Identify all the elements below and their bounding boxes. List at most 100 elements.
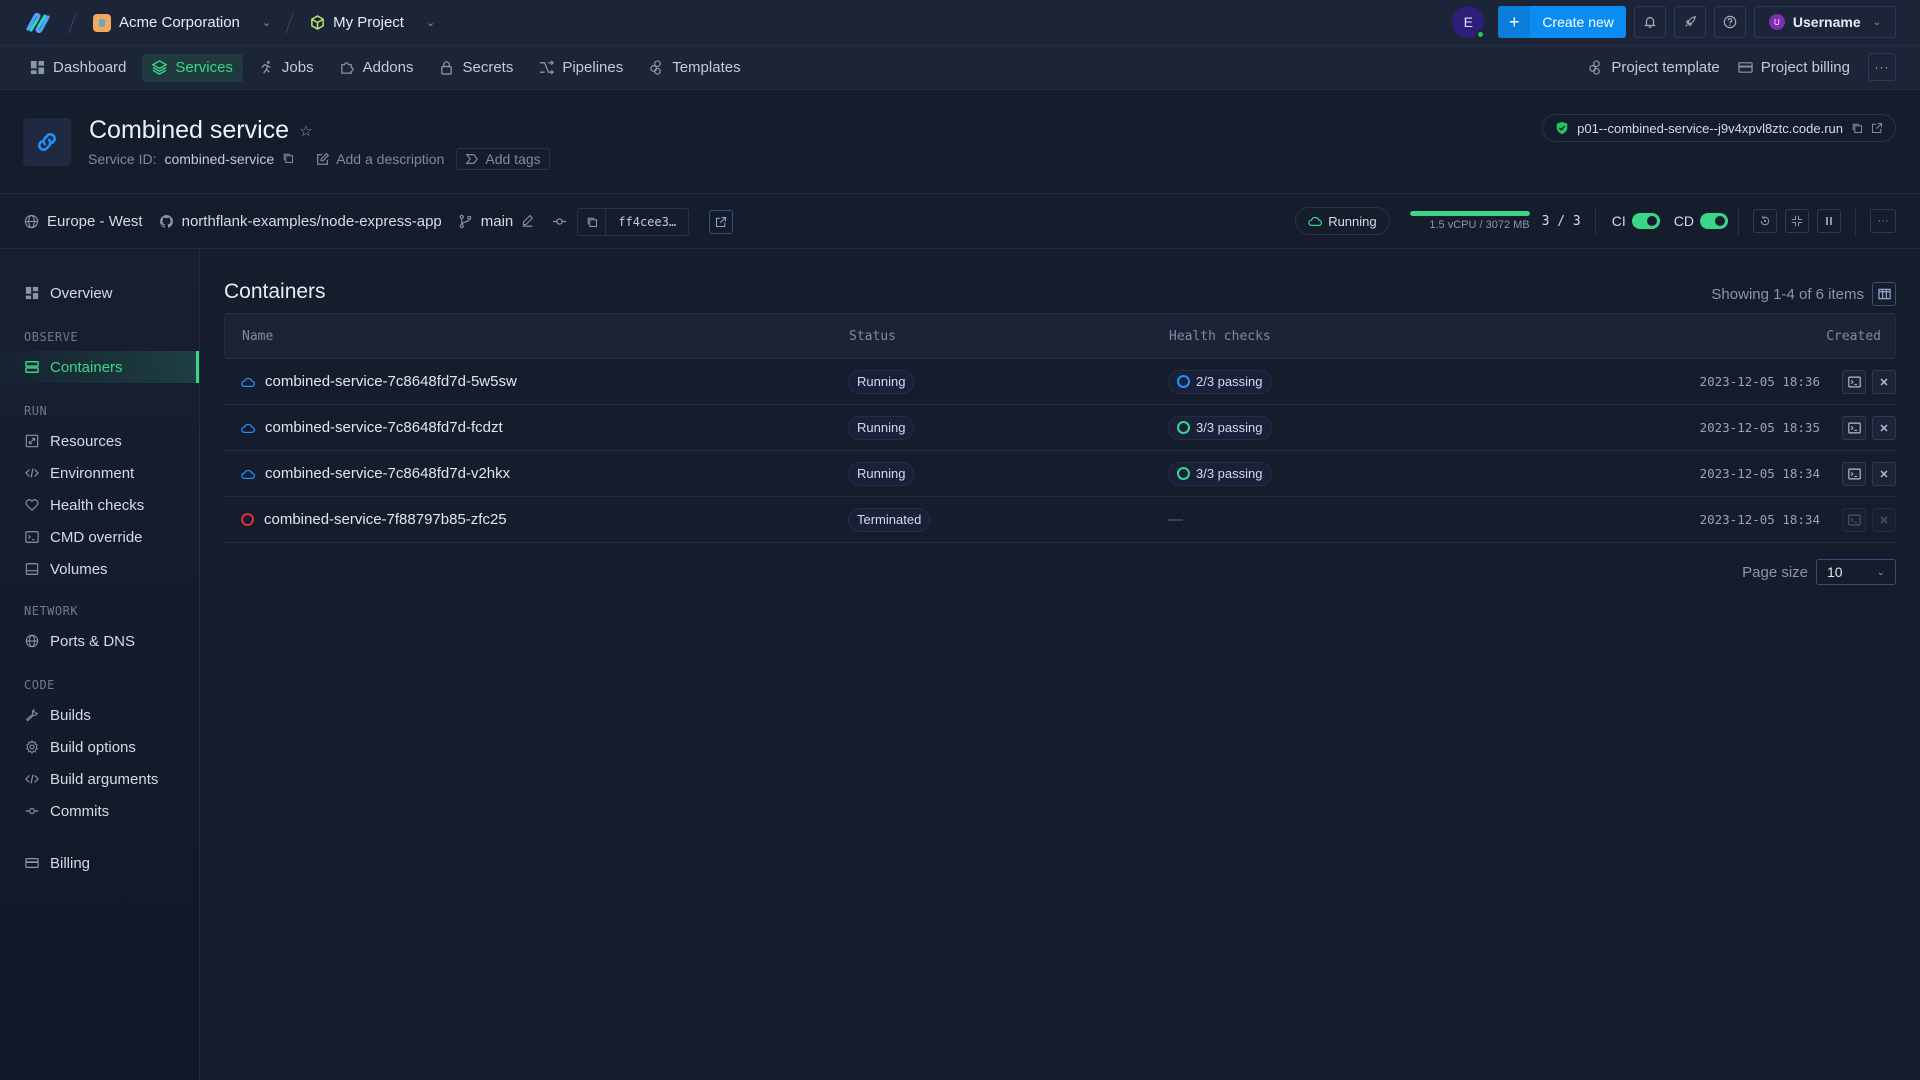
help-button[interactable]	[1713, 6, 1746, 38]
project-billing-link[interactable]: Project billing	[1738, 53, 1850, 81]
add-tags-button[interactable]: Add tags	[456, 148, 550, 170]
column-header-status[interactable]: Status	[849, 329, 1169, 344]
nav-jobs[interactable]: Jobs	[249, 54, 324, 82]
sidebar-item-environment[interactable]: Environment	[0, 457, 199, 489]
nav-templates[interactable]: Templates	[639, 54, 750, 82]
column-header-created[interactable]: Created	[1569, 329, 1895, 344]
delete-container-button[interactable]	[1872, 369, 1896, 394]
delete-container-button[interactable]	[1872, 507, 1896, 532]
sidebar-item-builds[interactable]: Builds	[0, 699, 199, 731]
instance-count[interactable]: 3 / 3	[1542, 207, 1596, 235]
nav-services[interactable]: Services	[142, 53, 243, 82]
container-name[interactable]: combined-service-7f88797b85-zfc25	[264, 511, 507, 528]
sidebar-item-health-checks[interactable]: Health checks	[0, 489, 199, 521]
open-commit-button[interactable]	[709, 209, 734, 234]
restart-button[interactable]	[1753, 209, 1777, 233]
notifications-button[interactable]	[1633, 6, 1666, 38]
open-shell-button[interactable]	[1842, 369, 1866, 394]
scale-button[interactable]	[1785, 209, 1809, 233]
delete-container-button[interactable]	[1872, 415, 1896, 440]
sidebar-item-resources[interactable]: Resources	[0, 425, 199, 457]
add-description-button[interactable]: Add a description	[316, 151, 444, 167]
sidebar-item-containers[interactable]: Containers	[0, 351, 199, 383]
service-url-text[interactable]: p01--combined-service--j9v4xpvl8ztc.code…	[1577, 121, 1843, 136]
status-label: Running	[1328, 213, 1377, 229]
user-menu[interactable]: U Username ⌄	[1753, 6, 1896, 38]
nav-pipelines[interactable]: Pipelines	[529, 54, 633, 82]
service-url[interactable]: p01--combined-service--j9v4xpvl8ztc.code…	[1542, 114, 1896, 142]
column-header-name[interactable]: Name	[225, 329, 849, 344]
cd-toggle[interactable]	[1700, 213, 1728, 229]
heart-icon	[25, 498, 40, 513]
open-shell-button[interactable]	[1842, 507, 1866, 532]
pause-button[interactable]	[1817, 209, 1841, 233]
git-branch-icon	[458, 214, 473, 229]
columns-button[interactable]	[1872, 282, 1896, 306]
copy-icon[interactable]	[578, 208, 607, 235]
page-size-control: Page size 10 ⌄	[1742, 559, 1896, 585]
breadcrumb-separator	[285, 11, 294, 34]
sidebar-item-cmd-override[interactable]: CMD override	[0, 521, 199, 553]
nav-secrets[interactable]: Secrets	[429, 54, 523, 82]
table-row[interactable]: combined-service-7c8648fd7d-v2hkx Running…	[224, 451, 1896, 497]
terminal-icon	[25, 530, 40, 545]
copy-icon[interactable]	[1851, 122, 1863, 134]
delete-container-button[interactable]	[1872, 461, 1896, 486]
open-shell-button[interactable]	[1842, 415, 1866, 440]
collapse-icon	[1791, 215, 1803, 227]
create-new-button[interactable]: + Create new	[1498, 6, 1626, 38]
northflank-logo-icon[interactable]	[24, 11, 52, 35]
containers-table: Name Status Health checks Created combin…	[224, 313, 1896, 543]
container-name[interactable]: combined-service-7c8648fd7d-fcdzt	[265, 419, 503, 436]
edit-icon	[316, 152, 330, 166]
more-options-button[interactable]: ···	[1868, 53, 1896, 81]
sidebar-item-build-arguments[interactable]: Build arguments	[0, 763, 199, 795]
chevron-down-icon: ⌄	[425, 17, 436, 29]
project-nav: Dashboard Services Jobs Addons Secrets P…	[0, 46, 1920, 90]
project-template-link[interactable]: Project template	[1588, 53, 1720, 81]
divider	[1738, 207, 1739, 235]
container-name[interactable]: combined-service-7c8648fd7d-v2hkx	[265, 465, 510, 482]
sidebar-item-overview[interactable]: Overview	[0, 277, 199, 309]
nav-dashboard[interactable]: Dashboard	[20, 54, 136, 82]
dashboard-icon	[25, 286, 40, 301]
sidebar-label: Billing	[50, 854, 91, 872]
health-ring-icon	[1177, 375, 1190, 388]
column-header-health[interactable]: Health checks	[1169, 329, 1569, 344]
sidebar-label: Builds	[50, 706, 91, 724]
table-row[interactable]: combined-service-7f88797b85-zfc25 Termina…	[224, 497, 1896, 543]
pause-icon	[1824, 216, 1834, 226]
sidebar-item-commits[interactable]: Commits	[0, 795, 199, 827]
commit-hash-box[interactable]: ff4cee3…	[577, 207, 690, 236]
close-icon	[1879, 423, 1889, 433]
sidebar-item-ports-dns[interactable]: Ports & DNS	[0, 625, 199, 657]
copy-icon[interactable]	[282, 152, 296, 166]
status-label: Running	[857, 466, 906, 481]
deploy-button[interactable]	[1673, 6, 1706, 38]
region-label: Europe - West	[47, 213, 143, 230]
sidebar-item-build-options[interactable]: Build options	[0, 731, 199, 763]
ci-toggle[interactable]	[1631, 213, 1660, 229]
pagination-summary: Showing 1-4 of 6 items	[1711, 282, 1896, 306]
nav-addons[interactable]: Addons	[330, 54, 424, 82]
table-row[interactable]: combined-service-7c8648fd7d-fcdzt Running…	[224, 405, 1896, 451]
container-name[interactable]: combined-service-7c8648fd7d-5w5sw	[265, 373, 517, 390]
layers-icon	[152, 60, 168, 75]
repository-link[interactable]: northflank-examples/node-express-app	[159, 213, 442, 230]
team-avatar[interactable]: E	[1452, 6, 1486, 39]
pencil-icon[interactable]	[521, 214, 536, 229]
more-actions-button[interactable]: ···	[1870, 209, 1896, 233]
repo-label: northflank-examples/node-express-app	[181, 213, 442, 230]
branch[interactable]: main	[458, 213, 537, 230]
top-bar: Acme Corporation ⌄ My Project ⌄ E + Crea…	[0, 0, 1920, 46]
org-selector[interactable]: Acme Corporation ⌄	[93, 13, 271, 32]
page-size-select[interactable]: 10 ⌄	[1816, 559, 1896, 585]
sidebar-item-volumes[interactable]: Volumes	[0, 553, 199, 585]
sidebar-item-billing[interactable]: Billing	[0, 847, 199, 879]
project-selector[interactable]: My Project ⌄	[310, 14, 435, 31]
star-icon[interactable]: ☆	[299, 122, 312, 140]
sidebar-section-observe: OBSERVE	[24, 330, 79, 344]
external-link-icon[interactable]	[1871, 122, 1883, 134]
table-row[interactable]: combined-service-7c8648fd7d-5w5sw Running…	[224, 359, 1896, 405]
open-shell-button[interactable]	[1842, 461, 1866, 486]
